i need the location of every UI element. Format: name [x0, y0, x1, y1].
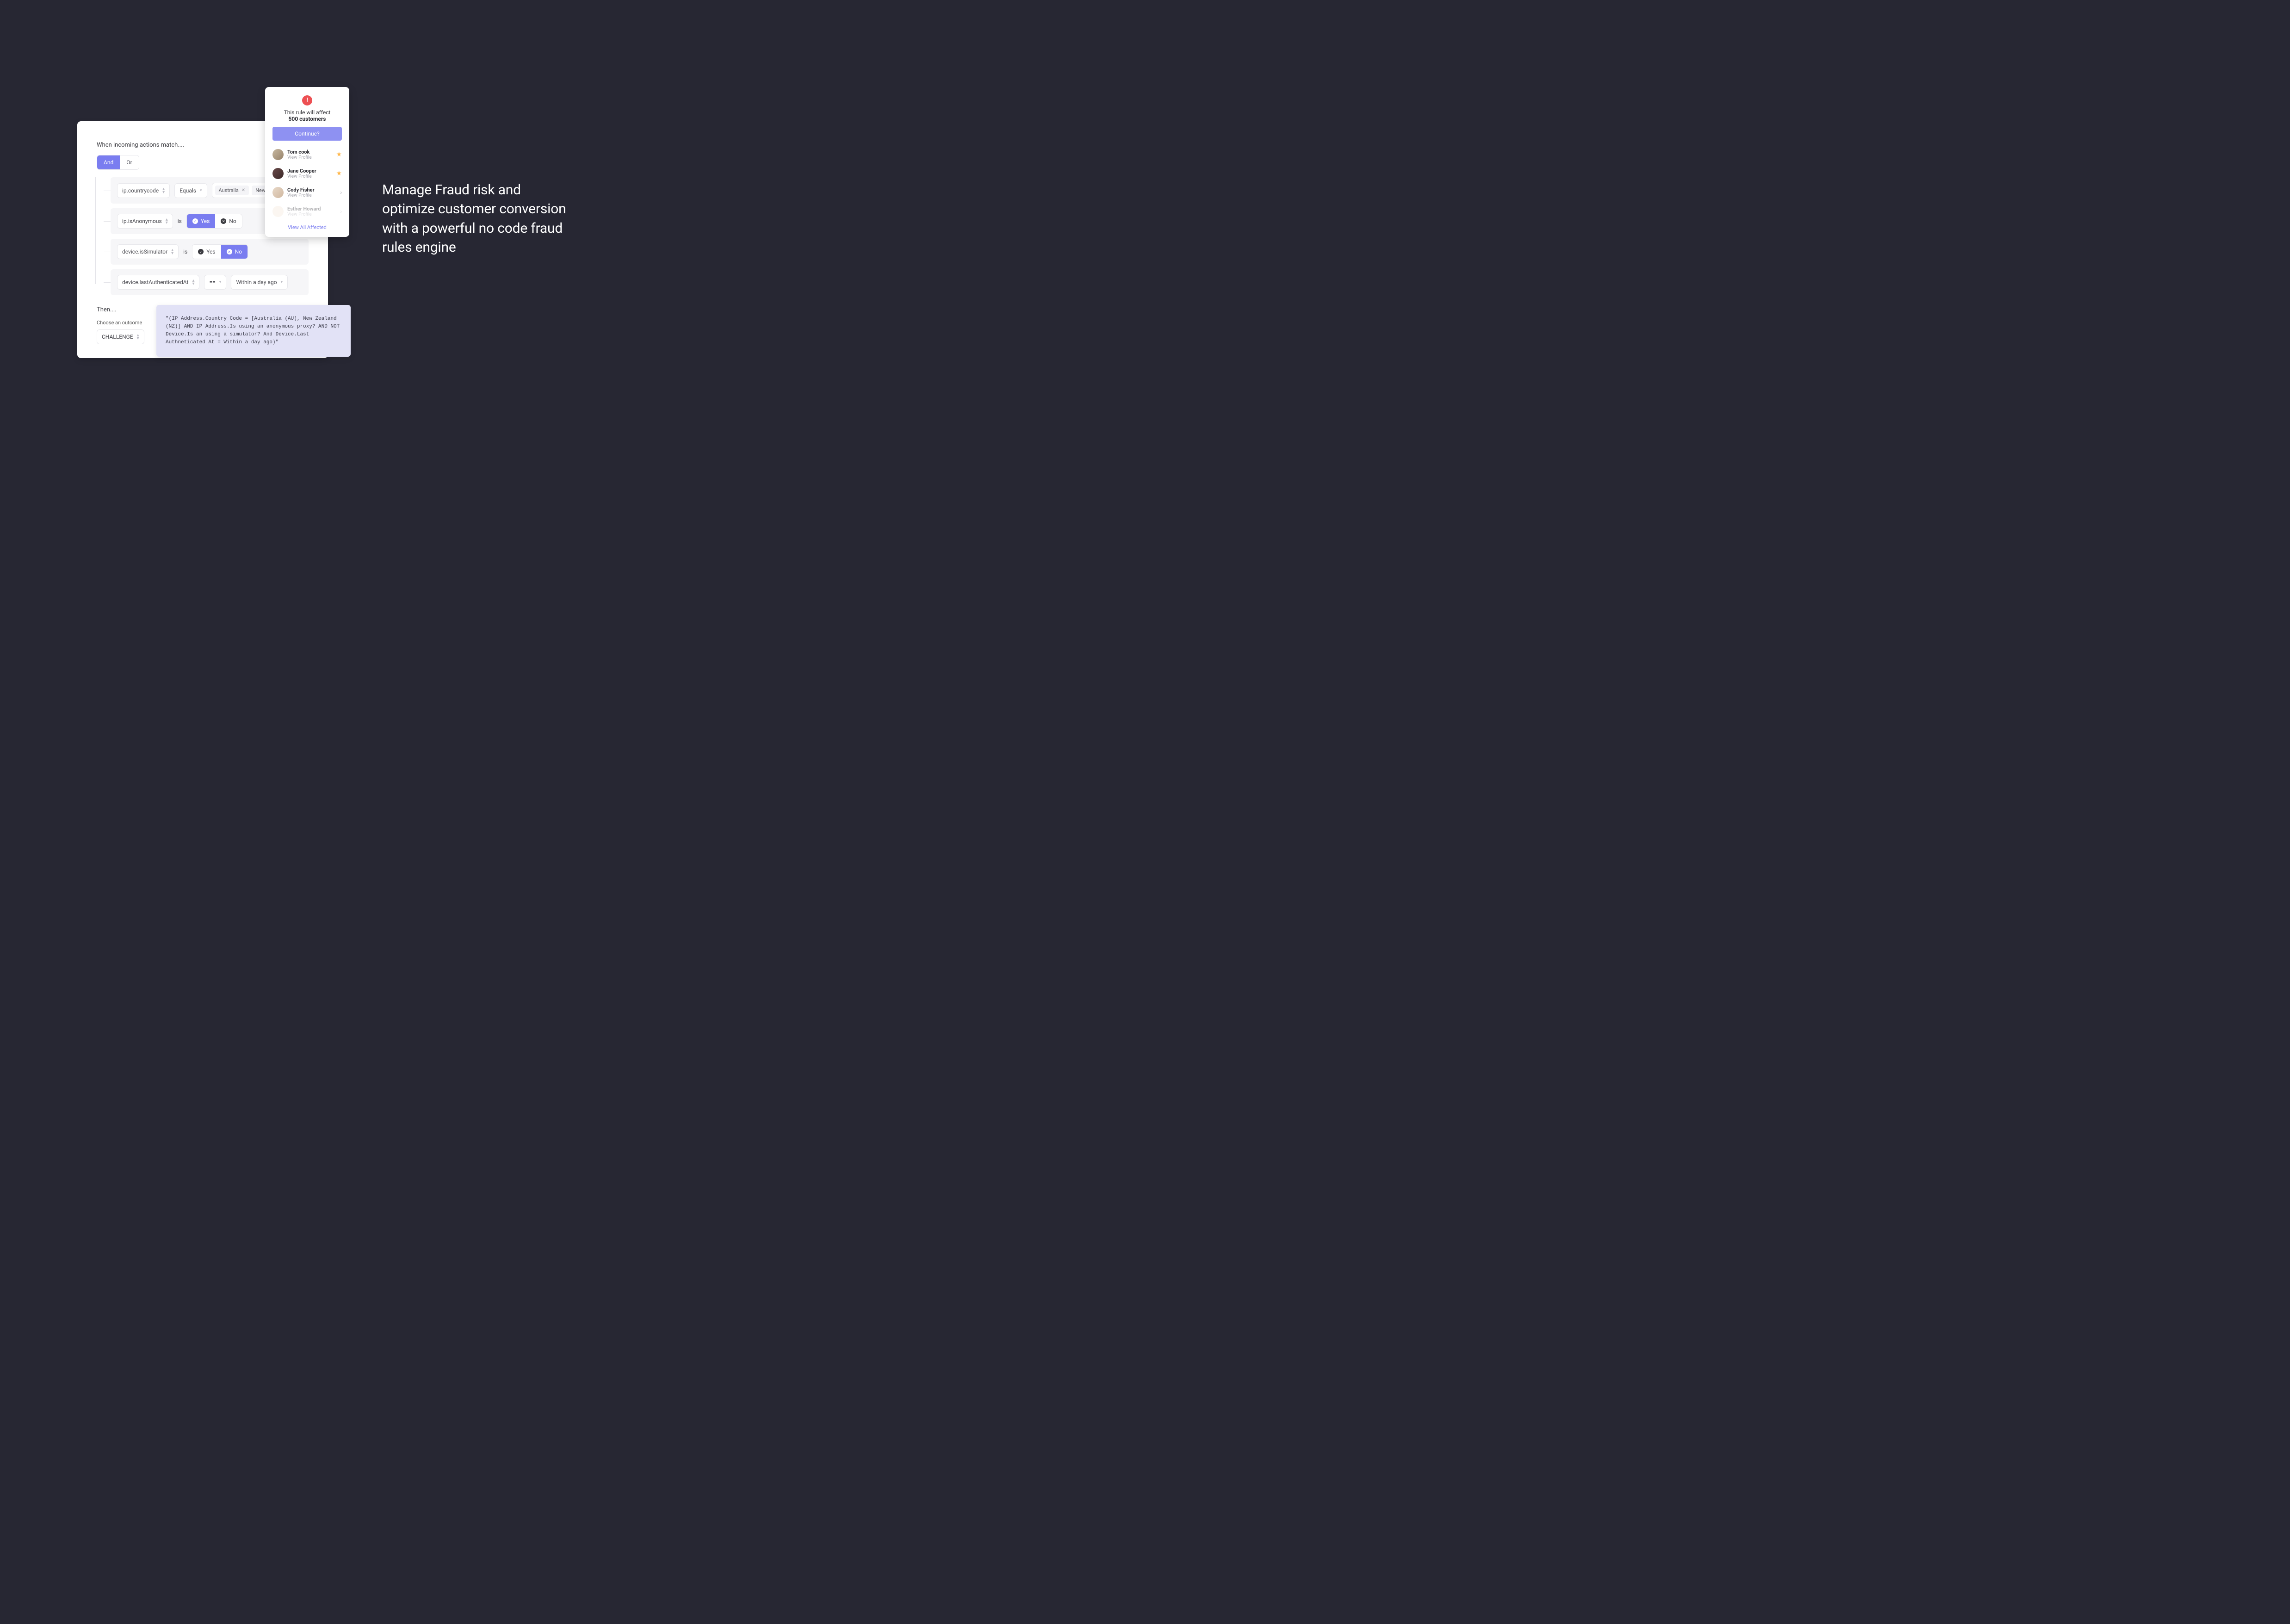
view-profile-link[interactable]: View Profile — [287, 174, 332, 179]
tree-connector-horizontal — [104, 282, 111, 283]
continue-button[interactable]: Continue? — [272, 127, 342, 141]
boolean-toggle: ✓ Yes ✕ No — [186, 214, 242, 229]
view-profile-link[interactable]: View Profile — [287, 193, 336, 198]
sort-icon: ▴▾ — [162, 187, 165, 194]
attribute-label: device.isSimulator — [122, 248, 167, 255]
sort-icon: ▴▾ — [137, 334, 139, 340]
customer-name: Cody Fisher — [287, 187, 336, 193]
value-tag: Australia ✕ — [215, 186, 249, 195]
alert-icon: ! — [302, 95, 312, 105]
toggle-no[interactable]: ✕ No — [215, 214, 241, 228]
toggle-no[interactable]: ✕ No — [221, 245, 248, 259]
star-icon[interactable]: ★ — [336, 170, 342, 177]
customer-name: Esther Howard — [287, 206, 336, 212]
tree-connector-horizontal — [104, 221, 111, 222]
attribute-select[interactable]: ip.countrycode ▴▾ — [117, 183, 170, 198]
tab-and[interactable]: And — [97, 155, 120, 169]
tree-connector-vertical — [95, 177, 96, 284]
chevron-right-icon: › — [340, 189, 342, 196]
toggle-yes[interactable]: ✓ Yes — [192, 245, 221, 259]
yes-label: Yes — [206, 248, 215, 255]
chevron-right-icon: › — [340, 208, 342, 215]
customer-row[interactable]: Jane Cooper View Profile ★ — [272, 164, 342, 183]
customer-row[interactable]: Tom cook View Profile ★ — [272, 145, 342, 164]
check-icon: ✓ — [192, 218, 198, 224]
sort-icon: ▴▾ — [171, 248, 173, 255]
customer-name: Tom cook — [287, 149, 332, 155]
attribute-label: ip.isAnonymous — [122, 218, 162, 224]
outcome-select[interactable]: CHALLENGE ▴▾ — [97, 329, 144, 344]
avatar — [272, 149, 284, 160]
no-label: No — [229, 218, 236, 224]
attribute-select[interactable]: ip.isAnonymous ▴▾ — [117, 214, 173, 229]
affect-count: 500 customers — [272, 116, 342, 122]
x-icon: ✕ — [221, 218, 226, 224]
attribute-label: ip.countrycode — [122, 187, 159, 194]
customer-name: Jane Cooper — [287, 168, 332, 174]
condition-row: device.isSimulator ▴▾ is ✓ Yes ✕ No — [111, 239, 309, 265]
condition-row: device.lastAuthenticatedAt ▴▾ == ▾ Withi… — [111, 269, 309, 295]
x-icon: ✕ — [227, 249, 232, 254]
customer-row[interactable]: Cody Fisher View Profile › — [272, 183, 342, 202]
chevron-down-icon: ▾ — [200, 188, 202, 193]
boolean-toggle: ✓ Yes ✕ No — [192, 244, 248, 259]
chevron-down-icon: ▾ — [219, 280, 222, 285]
view-all-link[interactable]: View All Affected — [272, 224, 342, 230]
marketing-headline: Manage Fraud risk and optimize customer … — [382, 180, 567, 257]
logic-operator-tabs: And Or — [97, 155, 139, 170]
operator-select[interactable]: == ▾ — [204, 275, 226, 290]
affect-title: This rule will affect — [272, 109, 342, 116]
customer-row[interactable]: Esther Howard View Profile › — [272, 202, 342, 221]
attribute-select[interactable]: device.isSimulator ▴▾ — [117, 244, 179, 259]
view-profile-link[interactable]: View Profile — [287, 212, 336, 217]
operator-select[interactable]: Equals ▾ — [174, 183, 207, 198]
toggle-yes[interactable]: ✓ Yes — [187, 214, 215, 228]
affect-summary-card: ! This rule will affect 500 customers Co… — [265, 87, 349, 237]
operator-label: Equals — [179, 187, 196, 194]
avatar — [272, 187, 284, 198]
operator-label: == — [210, 279, 216, 285]
chevron-down-icon: ▾ — [281, 280, 283, 285]
remove-tag-icon[interactable]: ✕ — [241, 188, 245, 193]
link-word: is — [183, 248, 187, 255]
value-select[interactable]: Within a day ago ▾ — [231, 275, 288, 290]
attribute-label: device.lastAuthenticatedAt — [122, 279, 188, 285]
view-profile-link[interactable]: View Profile — [287, 155, 332, 160]
tag-label: Australia — [219, 187, 239, 193]
avatar — [272, 168, 284, 179]
avatar — [272, 206, 284, 217]
no-label: No — [235, 248, 242, 255]
link-word: is — [178, 218, 182, 224]
sort-icon: ▴▾ — [192, 279, 194, 285]
star-icon[interactable]: ★ — [336, 151, 342, 158]
generated-rule-code: "(IP Address.Country Code = [Australia (… — [156, 305, 351, 357]
tab-or[interactable]: Or — [120, 155, 138, 169]
outcome-value: CHALLENGE — [102, 334, 133, 340]
yes-label: Yes — [201, 218, 210, 224]
check-icon: ✓ — [198, 249, 204, 254]
sort-icon: ▴▾ — [166, 218, 168, 224]
value-label: Within a day ago — [236, 279, 277, 285]
attribute-select[interactable]: device.lastAuthenticatedAt ▴▾ — [117, 275, 199, 290]
